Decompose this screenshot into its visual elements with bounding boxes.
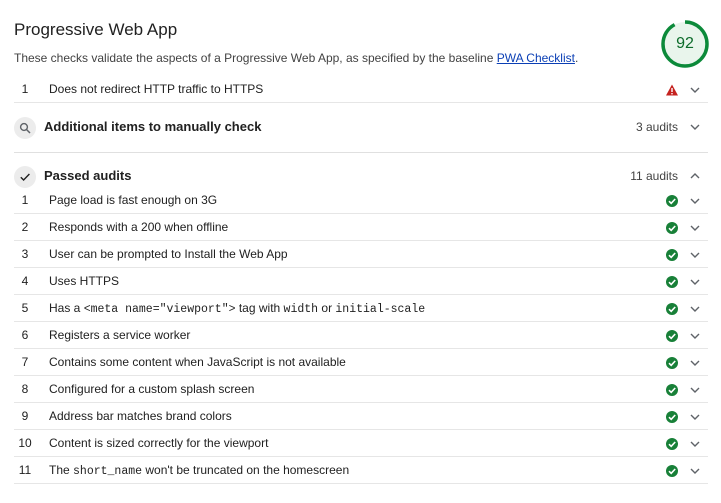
pass-check-icon — [666, 357, 678, 369]
pass-check-icon — [666, 222, 678, 234]
chevron-down-icon[interactable] — [688, 329, 702, 343]
pass-check-icon — [666, 465, 678, 477]
audit-title: Content is sized correctly for the viewp… — [49, 430, 268, 457]
description-end: . — [574, 51, 579, 65]
audit-row[interactable]: 9 Address bar matches brand colors — [14, 403, 708, 430]
audit-row[interactable]: 1 Page load is fast enough on 3G — [14, 187, 708, 214]
audit-text: Content is sized correctly for the viewp… — [49, 436, 269, 450]
audit-row[interactable]: 4 Uses HTTPS — [14, 268, 708, 295]
pass-check-icon — [666, 249, 678, 261]
audit-text: Registers a service worker — [49, 328, 191, 342]
audit-row[interactable]: 8 Configured for a custom splash screen — [14, 376, 708, 403]
manual-checks-count: 3 audits — [635, 120, 678, 134]
chevron-down-icon[interactable] — [688, 275, 702, 289]
pass-check-icon — [666, 303, 678, 315]
audit-title: Has a <meta name="viewport"> tag with wi… — [49, 295, 425, 322]
chevron-down-icon[interactable] — [688, 383, 702, 397]
audit-row-redirect-https[interactable]: 1 Does not redirect HTTP traffic to HTTP… — [14, 76, 708, 103]
audit-index: 8 — [21, 382, 29, 396]
chevron-down-icon[interactable] — [688, 437, 702, 451]
audit-index: 6 — [21, 328, 29, 342]
audit-text: Page load is fast enough on 3G — [49, 193, 218, 207]
audit-code-token: width — [283, 303, 319, 316]
audit-text: Contains some content when JavaScript is… — [49, 355, 346, 369]
audit-title: Registers a service worker — [49, 322, 190, 349]
audit-row[interactable]: 7 Contains some content when JavaScript i… — [14, 349, 708, 376]
audit-text: Uses HTTPS — [49, 274, 120, 288]
audit-title: Responds with a 200 when offline — [49, 214, 228, 241]
chevron-down-icon[interactable] — [688, 248, 702, 262]
audit-text: Responds with a 200 when offline — [49, 220, 229, 234]
audit-index: 4 — [21, 274, 29, 288]
audit-index: 5 — [21, 301, 29, 315]
audit-title: The short_name won't be truncated on the… — [49, 457, 349, 484]
audit-title: Address bar matches brand colors — [49, 403, 232, 430]
audit-text: User can be prompted to Install the Web … — [49, 247, 288, 261]
audit-code-token: initial-scale — [335, 303, 426, 316]
category-title: Progressive Web App — [14, 20, 178, 39]
audit-row[interactable]: 5 Has a <meta name="viewport"> tag with w… — [14, 295, 708, 322]
audit-text: tag with — [235, 301, 284, 315]
pass-check-icon — [666, 195, 678, 207]
audit-code-token: <meta name="viewport"> — [83, 303, 236, 316]
audit-text: or — [318, 301, 336, 315]
audit-title: User can be prompted to Install the Web … — [49, 241, 288, 268]
chevron-down-icon[interactable] — [688, 302, 702, 316]
audit-index: 3 — [21, 247, 29, 261]
audit-code-token: short_name — [73, 465, 143, 478]
pass-check-icon — [666, 411, 678, 423]
audit-index: 7 — [21, 355, 29, 369]
audit-row[interactable]: 2 Responds with a 200 when offline — [14, 214, 708, 241]
warning-icon — [666, 84, 678, 96]
pass-check-icon — [666, 330, 678, 342]
chevron-down-icon[interactable] — [688, 464, 702, 478]
audit-row[interactable]: 3 User can be prompted to Install the Web… — [14, 241, 708, 268]
chevron-down-icon[interactable] — [688, 410, 702, 424]
chevron-down-icon[interactable] — [688, 83, 702, 97]
manual-checks-title: Additional items to manually check — [44, 119, 262, 134]
audit-row[interactable]: 10 Content is sized correctly for the vie… — [14, 430, 708, 457]
audit-title: Uses HTTPS — [49, 268, 119, 295]
audit-title: Does not redirect HTTP traffic to HTTPS — [49, 82, 264, 96]
chevron-down-icon[interactable] — [688, 120, 702, 134]
pass-check-icon — [666, 438, 678, 450]
audit-text: Has a — [49, 301, 84, 315]
chevron-up-icon[interactable] — [688, 169, 702, 183]
description-text: These checks validate the aspects of a P… — [14, 51, 497, 65]
pass-check-icon — [666, 276, 678, 288]
audit-title: Configured for a custom splash screen — [49, 376, 254, 403]
audit-index: 2 — [21, 220, 29, 234]
category-description: These checks validate the aspects of a P… — [14, 51, 578, 65]
score-gauge[interactable]: 92 — [660, 19, 710, 69]
chevron-down-icon[interactable] — [688, 356, 702, 370]
check-icon — [14, 166, 36, 188]
audit-title: Page load is fast enough on 3G — [49, 187, 217, 214]
audit-index: 11 — [18, 463, 32, 477]
search-icon — [14, 117, 36, 139]
audit-index: 1 — [21, 193, 29, 207]
pass-check-icon — [666, 384, 678, 396]
audit-index: 1 — [21, 82, 29, 96]
audit-index: 9 — [21, 409, 29, 423]
audit-row[interactable]: 11 The short_name won't be truncated on t… — [14, 457, 708, 484]
pwa-checklist-link[interactable]: PWA Checklist — [497, 51, 575, 65]
group-divider — [14, 152, 708, 153]
audit-row[interactable]: 6 Registers a service worker — [14, 322, 708, 349]
chevron-down-icon[interactable] — [688, 221, 702, 235]
chevron-down-icon[interactable] — [688, 194, 702, 208]
audit-index: 10 — [18, 436, 32, 450]
audit-text: won't be truncated on the homescreen — [142, 463, 350, 477]
audit-text: Configured for a custom splash screen — [49, 382, 255, 396]
score-value: 92 — [676, 35, 694, 52]
audit-title: Contains some content when JavaScript is… — [49, 349, 346, 376]
audit-text: Address bar matches brand colors — [49, 409, 232, 423]
manual-checks-group[interactable]: Additional items to manually check 3 aud… — [14, 109, 708, 145]
audit-text: The — [49, 463, 74, 477]
